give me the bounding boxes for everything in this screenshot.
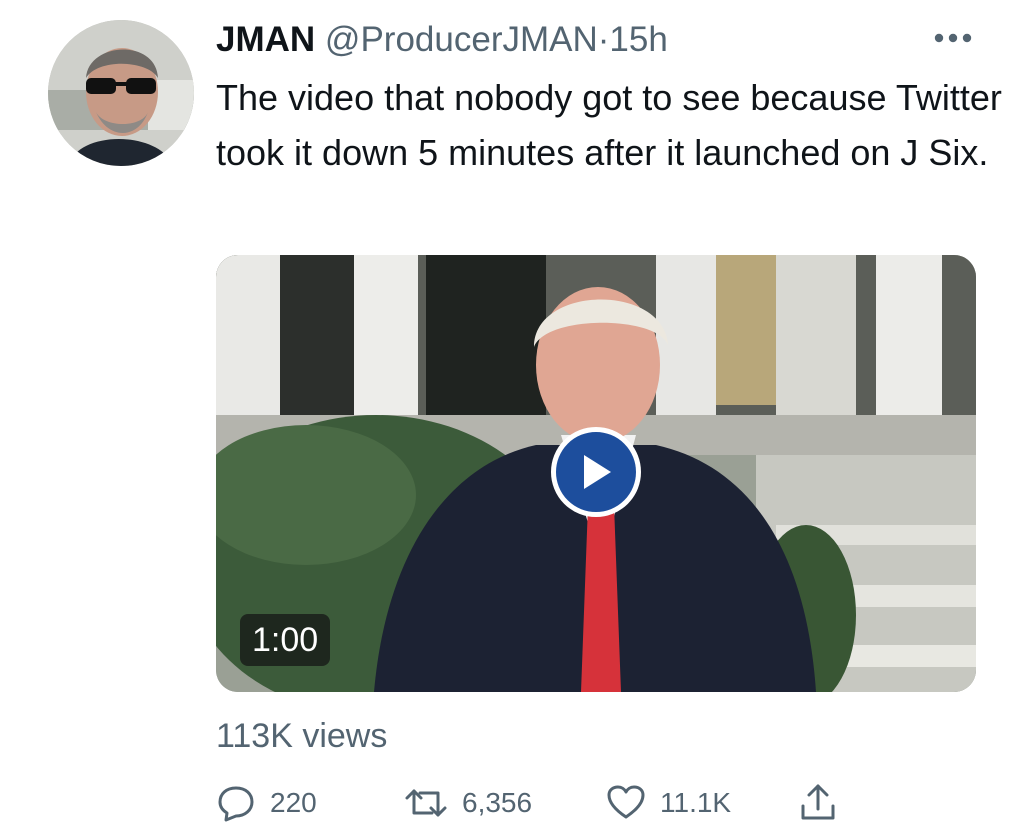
play-button[interactable] bbox=[551, 427, 641, 517]
share-icon bbox=[801, 784, 835, 820]
retweet-button[interactable]: 6,356 bbox=[404, 778, 532, 828]
retweet-count: 6,356 bbox=[462, 787, 533, 818]
retweet-icon bbox=[405, 789, 447, 817]
play-icon bbox=[584, 455, 611, 489]
tweet-action-bar: 220 6,356 11.1K bbox=[216, 778, 996, 828]
header-separator: · bbox=[597, 20, 610, 59]
author-handle[interactable]: @ProducerJMAN bbox=[325, 20, 598, 59]
author-name[interactable]: JMAN bbox=[216, 20, 315, 59]
reply-button[interactable]: 220 bbox=[216, 778, 317, 828]
more-options-button[interactable] bbox=[928, 20, 978, 56]
video-duration-badge: 1:00 bbox=[240, 614, 331, 666]
heart-icon bbox=[607, 785, 645, 819]
like-count: 11.1K bbox=[660, 787, 732, 818]
tweet-header: JMAN @ProducerJMAN·15h bbox=[216, 18, 668, 62]
like-button[interactable]: 11.1K bbox=[606, 778, 731, 828]
video-player[interactable]: 1:00 bbox=[216, 255, 976, 692]
tweet-text: The video that nobody got to see because… bbox=[216, 77, 1002, 173]
view-count: 113K views bbox=[216, 717, 388, 755]
tweet-time[interactable]: 15h bbox=[609, 20, 667, 59]
share-button[interactable] bbox=[798, 778, 852, 828]
author-avatar[interactable] bbox=[48, 20, 194, 166]
reply-count: 220 bbox=[270, 787, 317, 818]
reply-icon bbox=[218, 786, 254, 822]
more-horizontal-icon bbox=[934, 33, 972, 43]
